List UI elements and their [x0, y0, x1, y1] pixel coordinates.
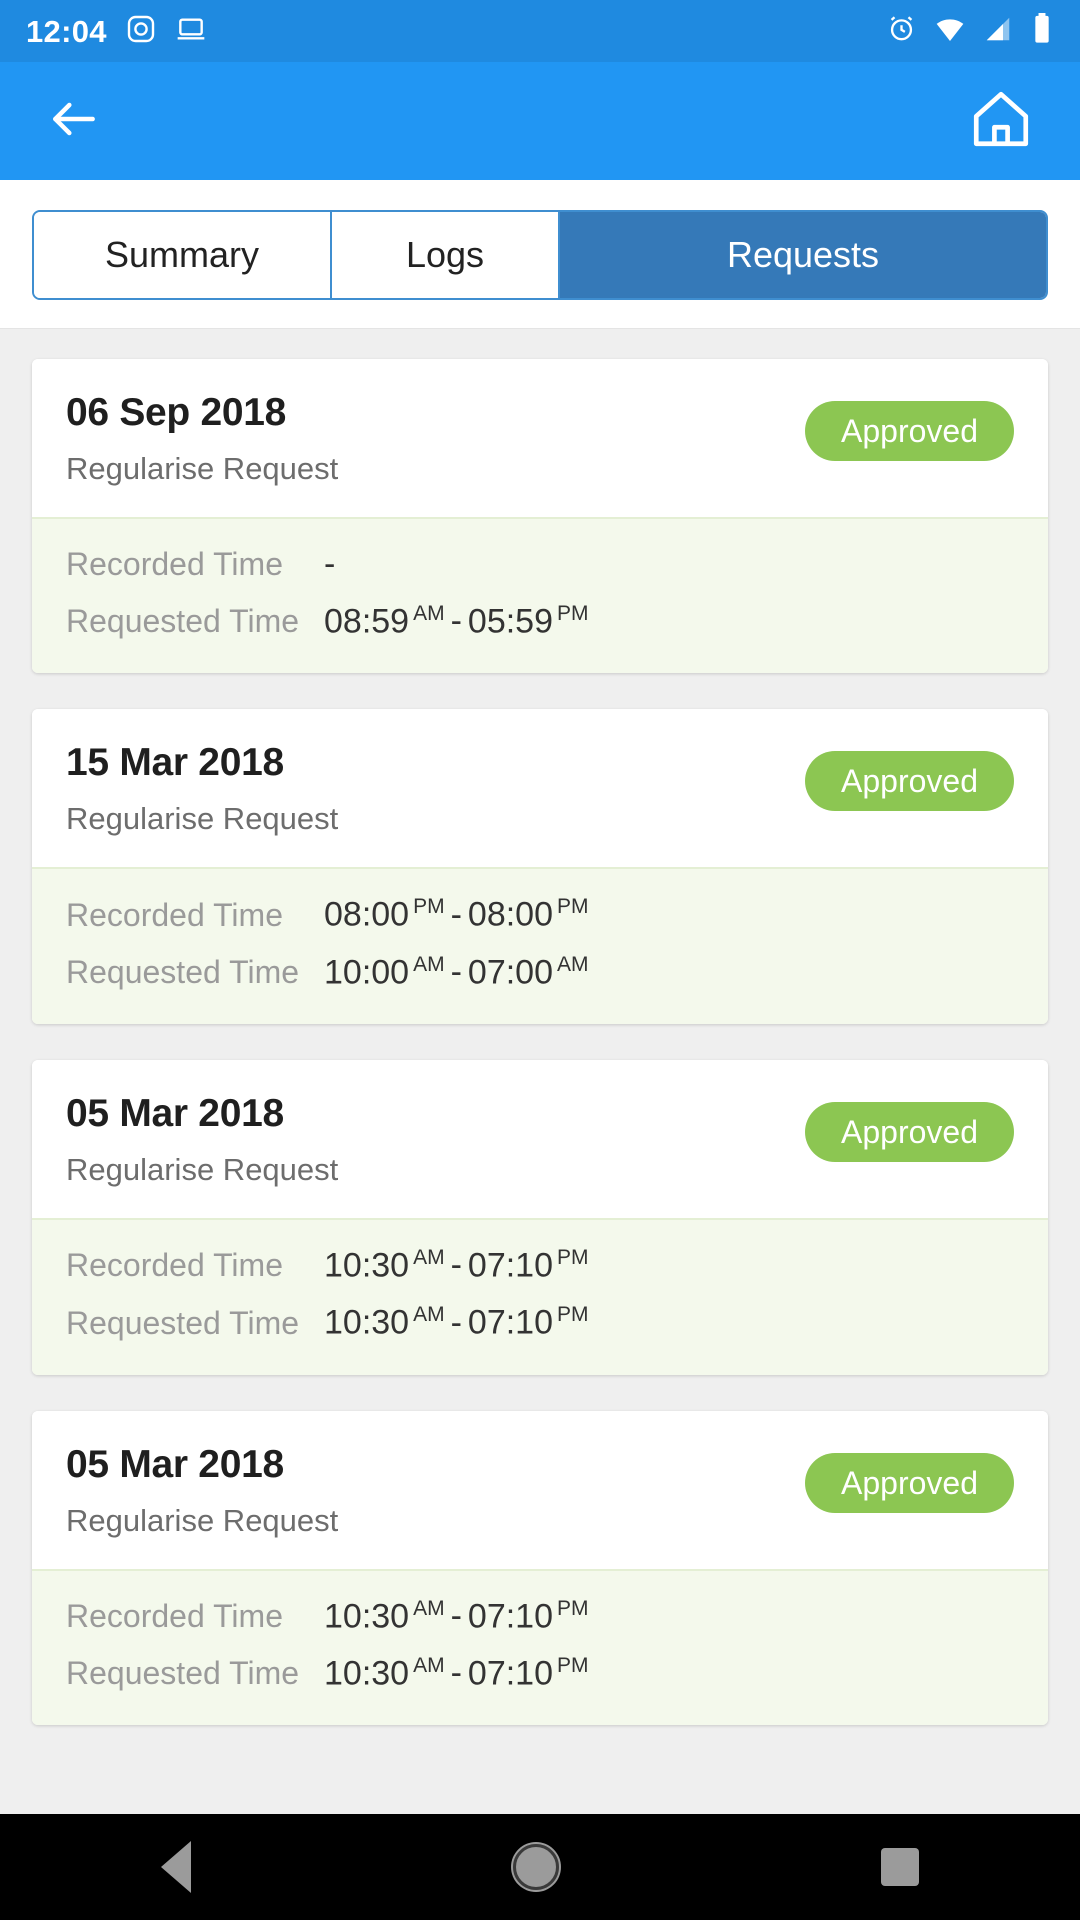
requested-time-label: Requested Time [66, 953, 300, 990]
recorded-time-value: - [324, 545, 336, 583]
recorded-time-row: Recorded Time 10:30 AM -07:10 PM [66, 1597, 1014, 1636]
requested-time-value: 08:59 AM -05:59 PM [324, 602, 589, 641]
status-badge: Approved [805, 1101, 1014, 1162]
request-card-body: Recorded Time - Requested Time 08:59 AM -05:5… [32, 517, 1048, 674]
requested-time-label: Requested Time [66, 1655, 300, 1692]
status-bar-right [886, 12, 1054, 50]
request-card[interactable]: 15 Mar 2018 Regularise Request Approved Rec… [32, 709, 1048, 1024]
back-triangle-icon[interactable] [161, 1841, 191, 1893]
android-nav-bar [0, 1814, 1080, 1920]
recorded-time-row: Recorded Time 08:00 PM -08:00 PM [66, 895, 1014, 934]
request-card-body: Recorded Time 10:30 AM -07:10 PM Requested Ti… [32, 1568, 1048, 1726]
phone-screen: 12:04 Summary Logs Requests 06 Sep 2018 … [0, 0, 1080, 1920]
recorded-time-value: 08:00 PM -08:00 PM [324, 895, 589, 934]
back-arrow-icon[interactable] [46, 91, 102, 152]
request-card[interactable]: 06 Sep 2018 Regularise Request Approved Rec… [32, 359, 1048, 674]
battery-icon [1030, 12, 1054, 50]
signal-icon [983, 14, 1013, 49]
camera-icon [125, 13, 157, 50]
recorded-time-label: Recorded Time [66, 1247, 283, 1284]
status-badge: Approved [805, 1452, 1014, 1513]
requested-time-value: 10:30 AM -07:10 PM [324, 1303, 589, 1342]
alarm-icon [886, 13, 917, 49]
recents-square-icon[interactable] [881, 1848, 919, 1886]
tab-group: Summary Logs Requests [32, 210, 1048, 300]
request-card-body: Recorded Time 10:30 AM -07:10 PM Requested Ti… [32, 1217, 1048, 1375]
status-bar: 12:04 [0, 0, 1080, 62]
app-bar [0, 62, 1080, 180]
requested-time-label: Requested Time [66, 603, 300, 640]
request-card-header: 05 Mar 2018 Regularise Request Approved [32, 1410, 1048, 1569]
request-card[interactable]: 05 Mar 2018 Regularise Request Approved Rec… [32, 1059, 1048, 1375]
tab-requests[interactable]: Requests [560, 212, 1046, 298]
recorded-time-row: Recorded Time 10:30 AM -07:10 PM [66, 1246, 1014, 1285]
recorded-time-value: 10:30 AM -07:10 PM [324, 1245, 589, 1285]
requested-time-row: Requested Time 10:30 AM -07:10 PM [66, 1303, 1014, 1342]
requested-time-value: 10:30 AM -07:10 PM [324, 1653, 589, 1693]
status-badge: Approved [805, 401, 1014, 461]
requested-time-row: Requested Time 10:00 AM -07:00 AM [66, 953, 1014, 992]
recorded-time-label: Recorded Time [66, 896, 283, 933]
requested-time-label: Requested Time [66, 1304, 300, 1341]
recorded-time-value: 10:30 AM -07:10 PM [324, 1596, 589, 1635]
requested-time-row: Requested Time 08:59 AM -05:59 PM [66, 602, 1014, 641]
request-list[interactable]: 06 Sep 2018 Regularise Request Approved Rec… [0, 329, 1080, 1814]
request-card[interactable]: 05 Mar 2018 Regularise Request Approved Rec… [32, 1410, 1048, 1726]
recorded-time-label: Recorded Time [66, 546, 283, 582]
tab-summary[interactable]: Summary [34, 212, 332, 298]
request-card-header: 15 Mar 2018 Regularise Request Approved [32, 709, 1048, 868]
tab-logs[interactable]: Logs [332, 212, 560, 298]
status-clock: 12:04 [26, 13, 107, 49]
recorded-time-label: Recorded Time [66, 1597, 283, 1634]
request-card-header: 06 Sep 2018 Regularise Request Approved [32, 359, 1048, 517]
home-icon[interactable] [968, 86, 1034, 157]
recorded-time-row: Recorded Time - [66, 545, 1014, 584]
wifi-icon [934, 13, 966, 50]
request-card-body: Recorded Time 08:00 PM -08:00 PM Requested Ti… [32, 867, 1048, 1024]
request-card-header: 05 Mar 2018 Regularise Request Approved [32, 1059, 1048, 1218]
status-badge: Approved [805, 751, 1014, 812]
desktop-icon [175, 13, 207, 50]
status-bar-left: 12:04 [26, 13, 207, 50]
requested-time-value: 10:00 AM -07:00 AM [324, 952, 589, 991]
requested-time-row: Requested Time 10:30 AM -07:10 PM [66, 1654, 1014, 1693]
tab-strip: Summary Logs Requests [0, 180, 1080, 329]
home-circle-icon[interactable] [513, 1844, 559, 1890]
